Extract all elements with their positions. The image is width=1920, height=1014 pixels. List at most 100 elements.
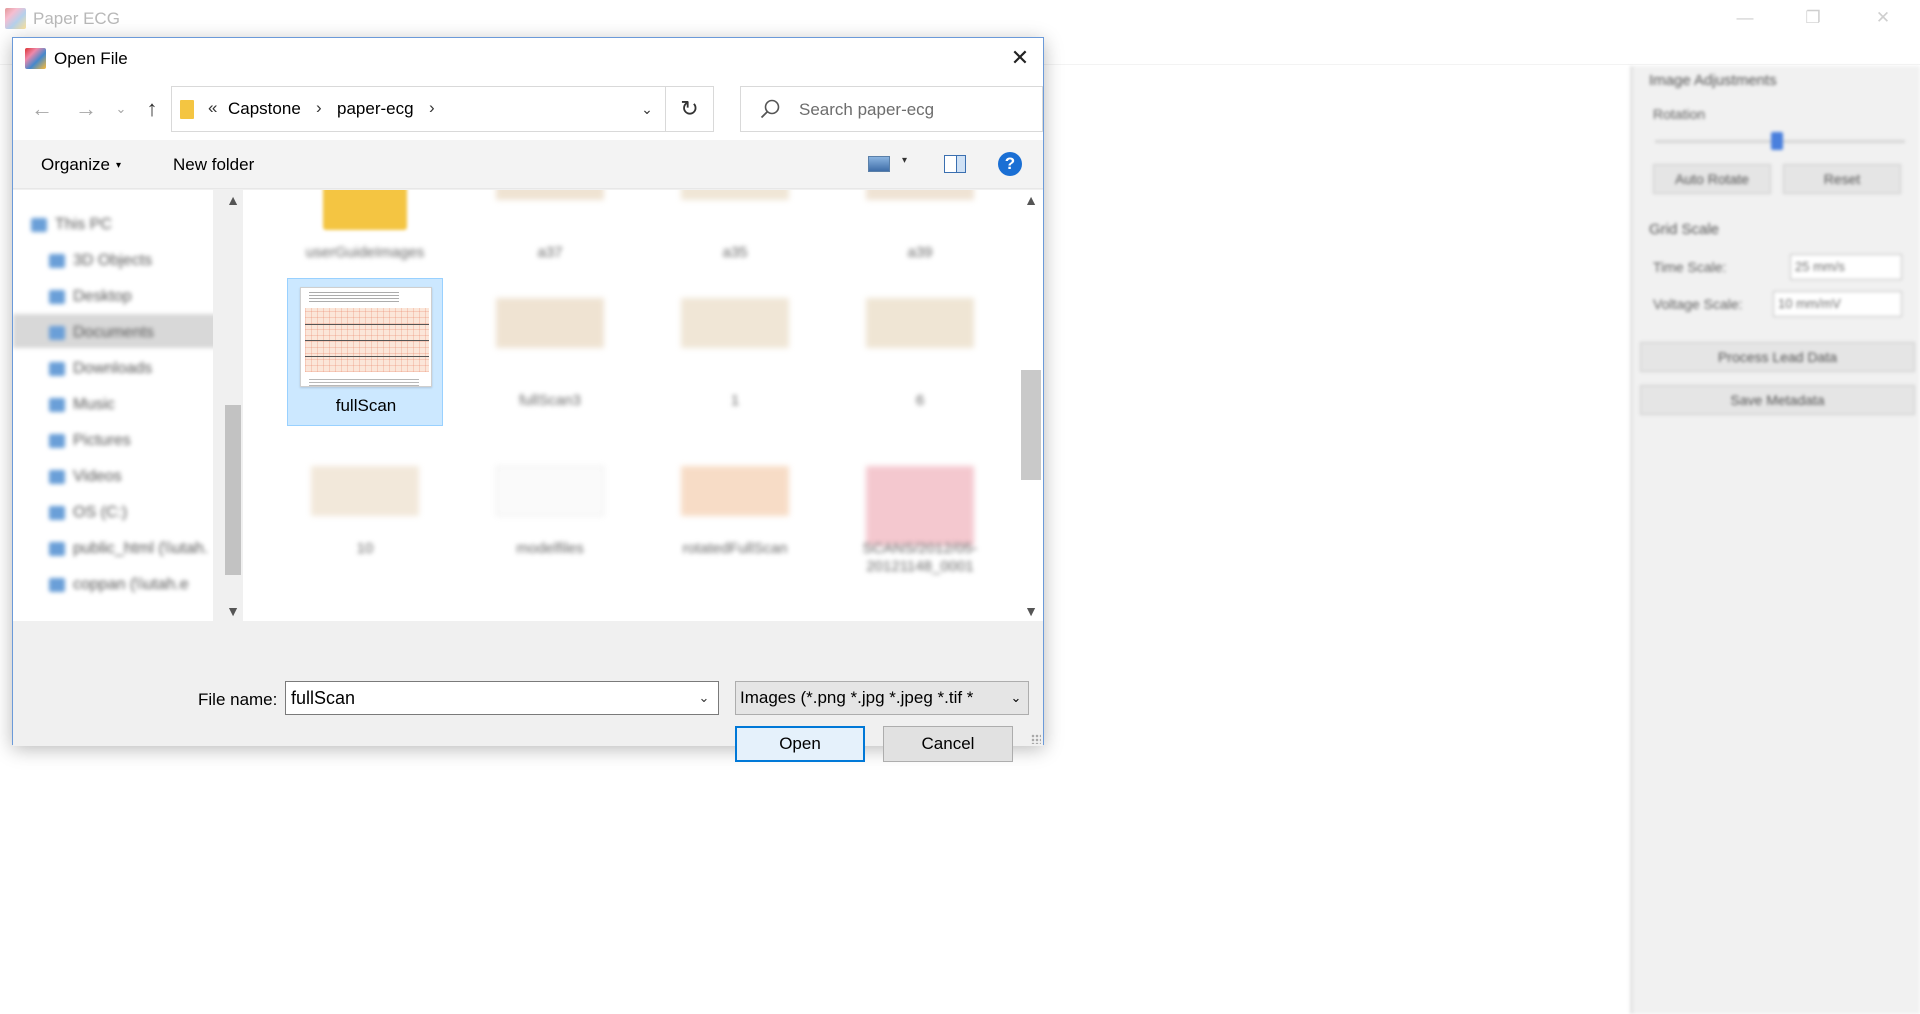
dialog-footer: File name: fullScan ⌄ Images (*.png *.jp… <box>13 621 1043 762</box>
nav-pane-item[interactable]: public_html (\\utah. <box>49 534 219 564</box>
nav-pane-item-label: Videos <box>73 468 122 485</box>
scroll-down-arrow-icon[interactable]: ▼ <box>1019 603 1043 619</box>
nav-pane-item[interactable]: Videos <box>49 462 219 492</box>
file-item[interactable]: 6 <box>842 278 998 426</box>
file-name-value[interactable]: fullScan <box>291 688 355 708</box>
cancel-button[interactable]: Cancel <box>883 726 1013 762</box>
preview-pane-icon[interactable] <box>944 155 966 173</box>
file-type-chevron-icon[interactable]: ⌄ <box>1004 682 1028 714</box>
breadcrumb-overflow[interactable]: « <box>208 98 217 118</box>
scrollbar-thumb[interactable] <box>225 405 241 575</box>
auto-rotate-button[interactable]: Auto Rotate <box>1653 164 1771 194</box>
nav-pane-item[interactable]: 3D Objects <box>49 246 219 276</box>
file-name: 10 <box>356 540 374 557</box>
file-list-scrollbar[interactable]: ▲ ▼ <box>1019 190 1043 621</box>
voltage-scale-input[interactable]: 10 mm/mV <box>1773 291 1902 317</box>
nav-pane-item-label: Documents <box>73 324 154 341</box>
file-item[interactable]: modelfiles <box>472 426 628 574</box>
app-icon <box>25 48 46 69</box>
back-arrow-icon[interactable]: ← <box>27 94 57 124</box>
file-item[interactable]: SCANS/2012/05-20121148_0001 <box>842 426 998 575</box>
dialog-titlebar: Open File ✕ <box>13 38 1043 78</box>
file-item[interactable]: rotatedFullScan <box>657 426 813 574</box>
image-thumbnail <box>866 466 974 546</box>
breadcrumb-separator[interactable]: › <box>429 98 435 118</box>
file-name: modelfiles <box>516 540 584 557</box>
file-item[interactable]: fullScan <box>287 278 443 426</box>
file-item[interactable]: userGuideImages <box>287 190 443 278</box>
minimize-button[interactable]: — <box>1722 5 1768 31</box>
location-icon <box>49 289 65 304</box>
dialog-close-button[interactable]: ✕ <box>997 38 1043 78</box>
organize-button[interactable]: Organize ▾ <box>41 155 121 175</box>
resize-grip-icon[interactable] <box>1031 734 1041 744</box>
nav-pane-item-label: Desktop <box>73 288 132 305</box>
view-options-caret-icon[interactable]: ▾ <box>902 155 907 166</box>
nav-pane-item[interactable]: coppan (\\utah.e <box>49 570 219 600</box>
open-button[interactable]: Open <box>735 726 865 762</box>
search-placeholder: Search paper-ecg <box>799 100 935 119</box>
rotation-slider-handle[interactable] <box>1771 132 1783 150</box>
navigation-pane-scrollbar[interactable] <box>213 190 223 621</box>
file-name: SCANS/2012/05-20121148_0001 <box>862 540 978 575</box>
file-name-label: File name: <box>198 690 278 709</box>
file-item[interactable]: 1 <box>657 278 813 426</box>
forward-arrow-icon[interactable]: → <box>71 94 101 124</box>
location-icon <box>49 325 65 340</box>
image-thumbnail <box>866 298 974 348</box>
location-icon <box>49 433 65 448</box>
image-thumbnail <box>681 190 789 200</box>
file-item[interactable]: a39 <box>842 190 998 278</box>
file-name-dropdown-chevron-icon[interactable]: ⌄ <box>690 682 718 714</box>
recent-locations-chevron-icon[interactable]: ⌄ <box>113 94 129 124</box>
nav-pane-item[interactable]: Pictures <box>49 426 219 456</box>
up-arrow-icon[interactable]: ↑ <box>137 94 167 124</box>
new-folder-button[interactable]: New folder <box>173 155 254 175</box>
breadcrumb-paper-ecg[interactable]: paper-ecg <box>337 99 414 119</box>
location-icon <box>49 397 65 412</box>
refresh-icon[interactable]: ↻ <box>665 87 713 131</box>
process-lead-data-button[interactable]: Process Lead Data <box>1640 342 1915 372</box>
location-icon <box>49 505 65 520</box>
nav-pane-item[interactable]: Desktop <box>49 282 219 312</box>
nav-pane-item-label: Music <box>73 396 115 413</box>
breadcrumb-separator[interactable]: › <box>316 98 322 118</box>
nav-pane-item[interactable]: Downloads <box>49 354 219 384</box>
nav-pane-item[interactable]: Documents <box>49 318 219 348</box>
search-box[interactable]: Search paper-ecg <box>740 86 1043 132</box>
help-icon[interactable]: ? <box>998 152 1022 176</box>
file-item[interactable]: a35 <box>657 190 813 278</box>
time-scale-input[interactable]: 25 mm/s <box>1790 254 1902 280</box>
file-item[interactable]: 10 <box>287 426 443 574</box>
nav-pane-item[interactable]: OS (C:) <box>49 498 219 528</box>
address-dropdown-chevron-icon[interactable]: ⌄ <box>634 96 660 122</box>
app-close-button[interactable]: ✕ <box>1860 5 1906 31</box>
navigation-pane-scrollbar[interactable]: ▲ ▼ <box>223 190 243 621</box>
scroll-up-arrow-icon[interactable]: ▲ <box>1019 192 1043 208</box>
change-view-icon[interactable] <box>868 156 890 172</box>
file-name-input[interactable]: fullScan ⌄ <box>285 681 719 715</box>
app-titlebar: Paper ECG — ❐ ✕ <box>0 0 1920 37</box>
maximize-button[interactable]: ❐ <box>1790 5 1836 31</box>
nav-pane-item-label: public_html (\\utah. <box>73 540 209 557</box>
scroll-down-arrow-icon[interactable]: ▼ <box>223 603 243 619</box>
file-item[interactable]: fullScan3 <box>472 278 628 426</box>
save-metadata-button[interactable]: Save Metadata <box>1640 385 1915 415</box>
file-type-select[interactable]: Images (*.png *.jpg *.jpeg *.tif * ⌄ <box>735 681 1029 715</box>
folder-icon <box>323 190 407 230</box>
nav-pane-item-label: Pictures <box>73 432 131 449</box>
nav-pane-item[interactable]: This PC <box>31 210 201 240</box>
file-name: fullScan3 <box>519 392 581 409</box>
address-bar[interactable]: « Capstone › paper-ecg › ⌄ ↻ <box>171 86 714 132</box>
image-thumbnail <box>311 466 419 516</box>
scrollbar-thumb[interactable] <box>1021 370 1041 480</box>
file-type-value: Images (*.png *.jpg *.jpeg *.tif * <box>740 688 974 707</box>
file-item[interactable]: a37 <box>472 190 628 278</box>
voltage-scale-label: Voltage Scale: <box>1653 296 1743 312</box>
scroll-up-arrow-icon[interactable]: ▲ <box>223 192 243 208</box>
breadcrumb-capstone[interactable]: Capstone <box>228 99 301 119</box>
nav-pane-item[interactable]: Music <box>49 390 219 420</box>
image-thumbnail <box>496 466 604 516</box>
reset-button[interactable]: Reset <box>1783 164 1901 194</box>
organize-label: Organize <box>41 155 110 174</box>
